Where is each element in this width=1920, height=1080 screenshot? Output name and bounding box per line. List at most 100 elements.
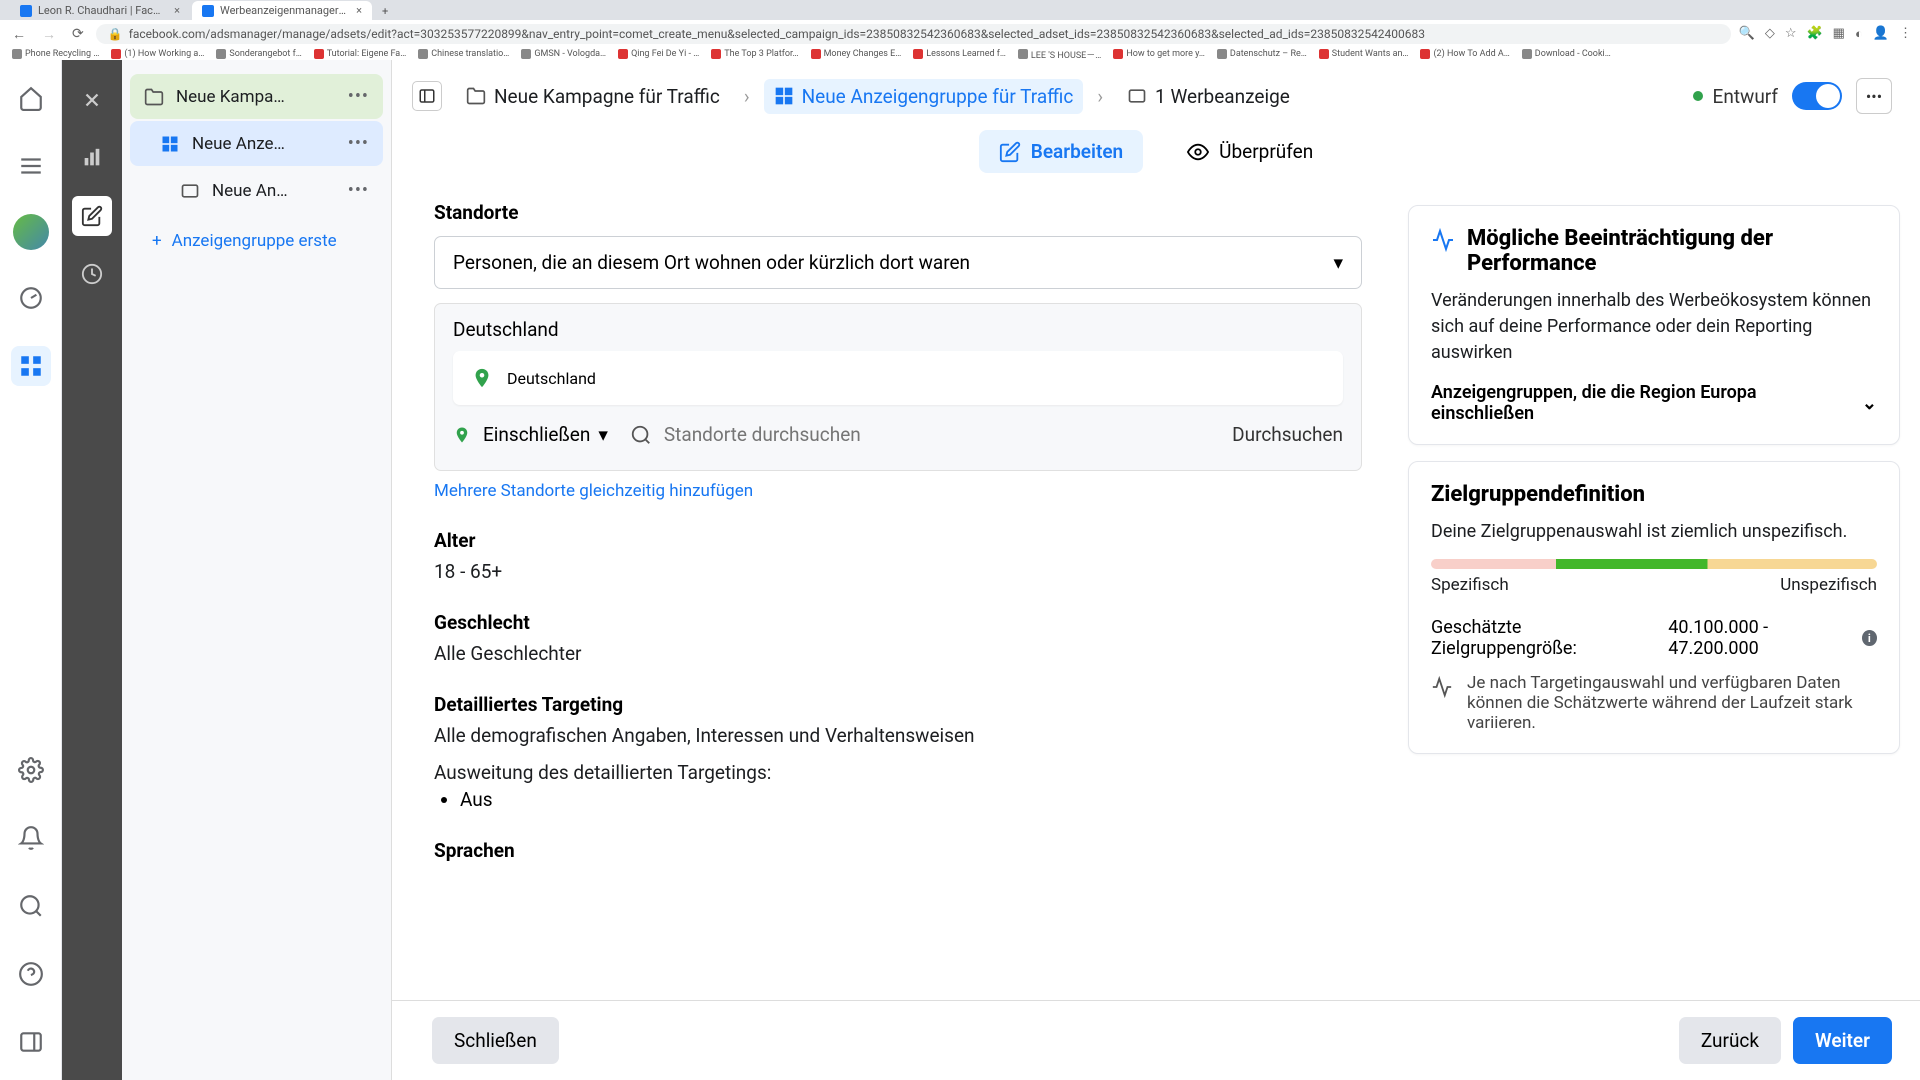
crumb-label: 1 Werbeanzeige	[1155, 85, 1290, 108]
panel-icon[interactable]	[11, 1022, 51, 1062]
nav-bar: ← → ⟳ 🔒 facebook.com/adsmanager/manage/a…	[0, 20, 1920, 48]
pencil-icon[interactable]	[72, 196, 112, 236]
bookmark-item[interactable]: Money Changes E…	[811, 49, 902, 59]
bulk-locations-link[interactable]: Mehrere Standorte gleichzeitig hinzufüge…	[434, 481, 753, 501]
tab-edit[interactable]: Bearbeiten	[979, 130, 1143, 173]
bookmark-item[interactable]: (2) How To Add A…	[1420, 49, 1509, 59]
tree-adset[interactable]: Neue Anze… •••	[130, 121, 383, 166]
help-icon[interactable]	[11, 954, 51, 994]
bookmark-item[interactable]: Lessons Learned f…	[913, 49, 1006, 59]
gender-heading: Geschlecht	[434, 611, 1362, 634]
crumb-adset[interactable]: Neue Anzeigengruppe für Traffic	[764, 79, 1084, 114]
bookmark-item[interactable]: Tutorial: Eigene Fa…	[314, 49, 406, 59]
expansion-label: Ausweitung des detaillierten Targetings:	[434, 761, 1362, 784]
avatar[interactable]	[13, 214, 49, 250]
forward-icon[interactable]: →	[38, 24, 60, 45]
url-text: facebook.com/adsmanager/manage/adsets/ed…	[129, 27, 1425, 41]
bookmark-item[interactable]: The Top 3 Platfor…	[711, 49, 798, 59]
meter-unspecific-label: Unspezifisch	[1780, 575, 1877, 595]
chevron-down-icon: ⌄	[1862, 393, 1877, 414]
more-icon[interactable]: •••	[348, 133, 369, 154]
age-value: 18 - 65+	[434, 560, 1362, 583]
bookmark-item[interactable]: How to get more y…	[1113, 49, 1205, 59]
status-toggle[interactable]	[1792, 82, 1842, 110]
more-icon[interactable]: •••	[348, 86, 369, 107]
search-icon[interactable]	[11, 886, 51, 926]
panel-toggle-icon[interactable]	[412, 81, 442, 111]
location-group-label: Deutschland	[453, 318, 1343, 341]
facebook-favicon	[20, 5, 32, 17]
bookmark-item[interactable]: GMSN - Vologda…	[521, 49, 606, 59]
browser-tab[interactable]: Leon R. Chaudhari | Facebook ×	[10, 1, 190, 20]
chart-icon[interactable]	[72, 138, 112, 178]
menu-icon[interactable]	[11, 146, 51, 186]
activity-icon	[1431, 228, 1455, 252]
performance-title: Mögliche Beeinträchtigung der Performanc…	[1467, 226, 1877, 276]
tab-title: Leon R. Chaudhari | Facebook	[38, 4, 164, 17]
tab-review[interactable]: Überprüfen	[1167, 130, 1333, 173]
chevron-down-icon: ▾	[1333, 251, 1343, 274]
side-panel: Mögliche Beeinträchtigung der Performanc…	[1390, 187, 1920, 1000]
browser-tab-active[interactable]: Werbeanzeigenmanager - We… ×	[192, 1, 372, 20]
close-icon[interactable]: ×	[174, 4, 180, 17]
close-button[interactable]: Schließen	[432, 1017, 559, 1064]
bookmark-item[interactable]: Chinese translatio…	[418, 49, 509, 59]
extension-icon[interactable]: 🧩	[1806, 26, 1822, 42]
extension-icon[interactable]: ▦	[1833, 26, 1845, 42]
status-label: Entwurf	[1713, 85, 1778, 108]
bookmark-item[interactable]: Student Wants an…	[1319, 49, 1409, 59]
facebook-favicon	[202, 5, 214, 17]
zoom-icon[interactable]: 🔍	[1739, 26, 1755, 42]
clock-icon[interactable]	[72, 254, 112, 294]
info-icon[interactable]: i	[1862, 630, 1877, 646]
gear-icon[interactable]	[11, 750, 51, 790]
extension-icon[interactable]: ◐	[1855, 26, 1863, 42]
profile-avatar-icon[interactable]: 👤	[1873, 26, 1889, 42]
crumb-ad[interactable]: 1 Werbeanzeige	[1117, 79, 1300, 114]
new-tab-button[interactable]: +	[374, 3, 396, 20]
targeting-value: Alle demografischen Angaben, Interessen …	[434, 724, 1362, 747]
grid-icon	[774, 86, 794, 106]
location-chip[interactable]: Deutschland	[453, 351, 1343, 405]
grid-icon[interactable]	[11, 346, 51, 386]
star-icon[interactable]: ☆	[1785, 26, 1797, 42]
age-heading: Alter	[434, 529, 1362, 552]
home-icon[interactable]	[11, 78, 51, 118]
bookmark-item[interactable]: Qing Fei De Yi - …	[618, 49, 699, 59]
tree-ad[interactable]: Neue An… •••	[130, 168, 383, 213]
audience-note: Je nach Targetingauswahl und verfügbaren…	[1467, 673, 1877, 733]
tab-title: Werbeanzeigenmanager - We…	[220, 4, 346, 17]
bookmark-item[interactable]: (1) How Working a…	[111, 49, 204, 59]
bell-icon[interactable]	[11, 818, 51, 858]
crumb-bar: Neue Kampagne für Traffic › Neue Anzeige…	[392, 60, 1920, 124]
performance-expander[interactable]: Anzeigengruppen, die die Region Europa e…	[1431, 382, 1877, 424]
more-icon[interactable]: •••	[348, 180, 369, 201]
cast-icon[interactable]: ◇	[1765, 26, 1775, 42]
location-search-input[interactable]	[664, 423, 1220, 446]
browse-button[interactable]: Durchsuchen	[1232, 423, 1343, 446]
menu-icon[interactable]: ⋮	[1899, 26, 1912, 42]
bookmark-item[interactable]: Datenschutz – Re…	[1217, 49, 1307, 59]
people-condition-dropdown[interactable]: Personen, die an diesem Ort wohnen oder …	[434, 236, 1362, 289]
back-button[interactable]: Zurück	[1679, 1017, 1781, 1064]
bookmark-item[interactable]: Sonderangebot f…	[216, 49, 301, 59]
expander-label: Anzeigengruppen, die die Region Europa e…	[1431, 382, 1862, 424]
chrome-actions: 🔍 ◇ ☆ 🧩 ▦ ◐ 👤 ⋮	[1739, 26, 1912, 42]
add-adset-button[interactable]: + Anzeigengruppe erste	[122, 215, 391, 263]
crumb-campaign[interactable]: Neue Kampagne für Traffic	[456, 79, 730, 114]
include-exclude-dropdown[interactable]: Einschließen ▾	[483, 423, 618, 446]
back-icon[interactable]: ←	[8, 24, 30, 45]
url-bar[interactable]: 🔒 facebook.com/adsmanager/manage/adsets/…	[96, 24, 1731, 44]
audience-summary: Deine Zielgruppenauswahl ist ziemlich un…	[1431, 519, 1877, 545]
gauge-icon[interactable]	[11, 278, 51, 318]
more-icon[interactable]: •••	[1856, 78, 1892, 114]
languages-heading: Sprachen	[434, 839, 1362, 862]
close-icon[interactable]	[72, 80, 112, 120]
reload-icon[interactable]: ⟳	[68, 24, 88, 44]
bookmark-item[interactable]: Download - Cooki…	[1522, 49, 1611, 59]
tree-campaign[interactable]: Neue Kampa… •••	[130, 74, 383, 119]
bookmark-item[interactable]: Phone Recycling …	[12, 49, 99, 59]
close-icon[interactable]: ×	[356, 4, 362, 17]
next-button[interactable]: Weiter	[1793, 1017, 1892, 1064]
bookmark-item[interactable]: LEE 'S HOUSE－…	[1018, 48, 1101, 60]
